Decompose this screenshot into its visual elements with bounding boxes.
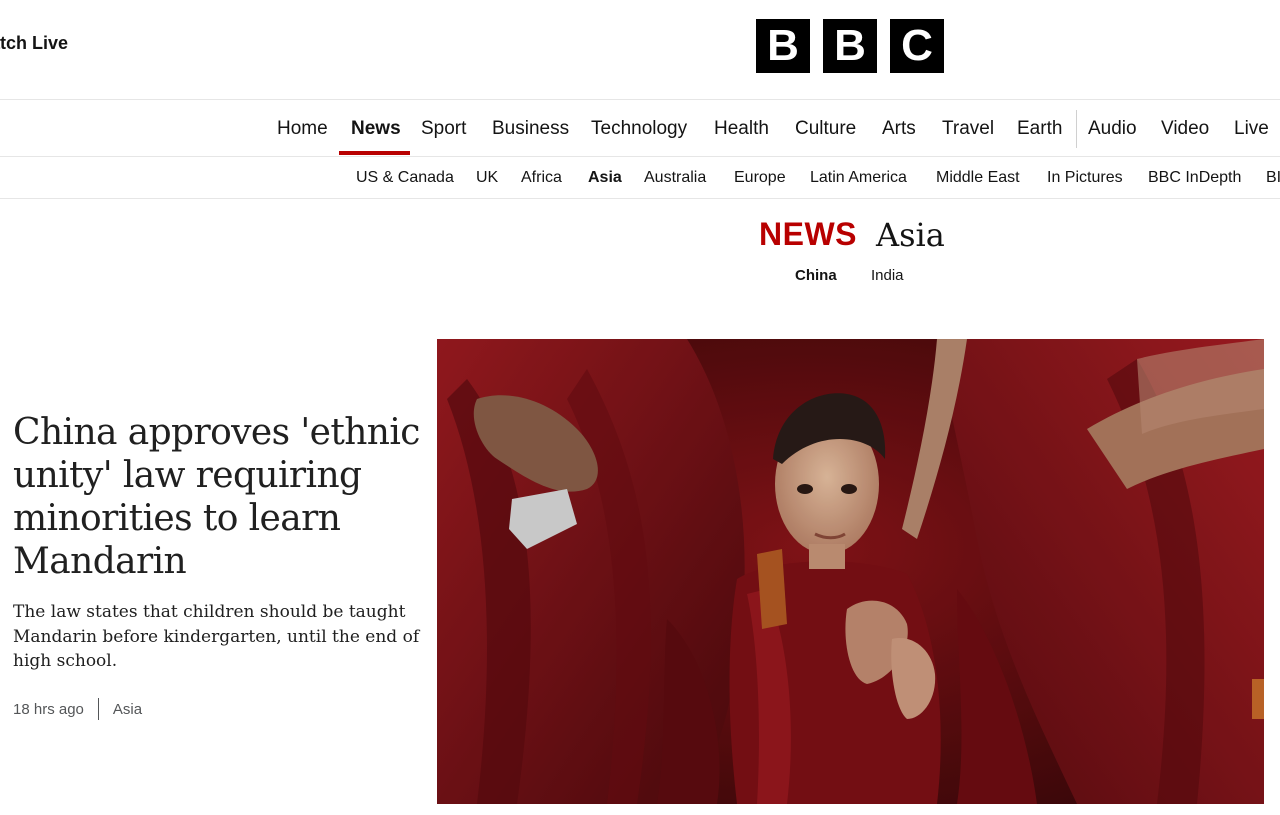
nav-item-business[interactable]: Business [492, 100, 569, 156]
nav-item-news[interactable]: News [351, 100, 401, 156]
logo-letter-b1: B [756, 19, 810, 73]
article-meta: 18 hrs ago Asia [13, 698, 142, 720]
nav-item-health[interactable]: Health [714, 100, 769, 156]
page: atch Live B B C Home News Sport Business… [0, 0, 1280, 815]
section-link-china[interactable]: China [795, 267, 837, 284]
nav-item-audio[interactable]: Audio [1088, 100, 1137, 156]
active-nav-indicator [339, 151, 410, 155]
logo-letter-c: C [890, 19, 944, 73]
article-timestamp: 18 hrs ago [13, 700, 84, 718]
subnav-item-asia[interactable]: Asia [588, 157, 622, 198]
article-image-illustration [437, 339, 1264, 804]
subnav-item-truncated[interactable]: BI [1266, 157, 1280, 198]
subnav-item-africa[interactable]: Africa [521, 157, 562, 198]
nav-item-arts[interactable]: Arts [882, 100, 916, 156]
bbc-logo[interactable]: B B C [756, 19, 944, 73]
watch-live-link[interactable]: atch Live [0, 33, 68, 54]
nav-item-home[interactable]: Home [277, 100, 328, 156]
subnav-item-australia[interactable]: Australia [644, 157, 706, 198]
nav-item-video[interactable]: Video [1161, 100, 1209, 156]
secondary-nav: US & Canada UK Africa Asia Australia Eur… [0, 157, 1280, 199]
subnav-item-middle-east[interactable]: Middle East [936, 157, 1020, 198]
nav-divider [1076, 110, 1077, 148]
subnav-item-bbc-indepth[interactable]: BBC InDepth [1148, 157, 1241, 198]
meta-separator [97, 698, 99, 720]
logo-letter-b2: B [823, 19, 877, 73]
subnav-item-latin-america[interactable]: Latin America [810, 157, 907, 198]
nav-item-travel[interactable]: Travel [942, 100, 994, 156]
subnav-item-us-canada[interactable]: US & Canada [356, 157, 454, 198]
nav-item-technology[interactable]: Technology [591, 100, 687, 156]
primary-nav: Home News Sport Business Technology Heal… [0, 100, 1280, 157]
article-summary: The law states that children should be t… [13, 602, 420, 671]
top-bar: atch Live B B C [0, 0, 1280, 100]
section-link-india[interactable]: India [871, 267, 904, 284]
section-title: Asia [876, 216, 945, 254]
nav-item-sport[interactable]: Sport [421, 100, 466, 156]
news-brand-label[interactable]: NEWS [759, 216, 857, 253]
article-topic-link[interactable]: Asia [113, 701, 142, 718]
nav-item-live[interactable]: Live [1234, 100, 1269, 156]
subnav-item-europe[interactable]: Europe [734, 157, 786, 198]
nav-item-earth[interactable]: Earth [1017, 100, 1062, 156]
nav-item-culture[interactable]: Culture [795, 100, 856, 156]
subnav-item-uk[interactable]: UK [476, 157, 498, 198]
subnav-item-in-pictures[interactable]: In Pictures [1047, 157, 1123, 198]
article-headline[interactable]: China approves 'ethnic unity' law requir… [13, 411, 428, 583]
article-image[interactable] [437, 339, 1264, 804]
